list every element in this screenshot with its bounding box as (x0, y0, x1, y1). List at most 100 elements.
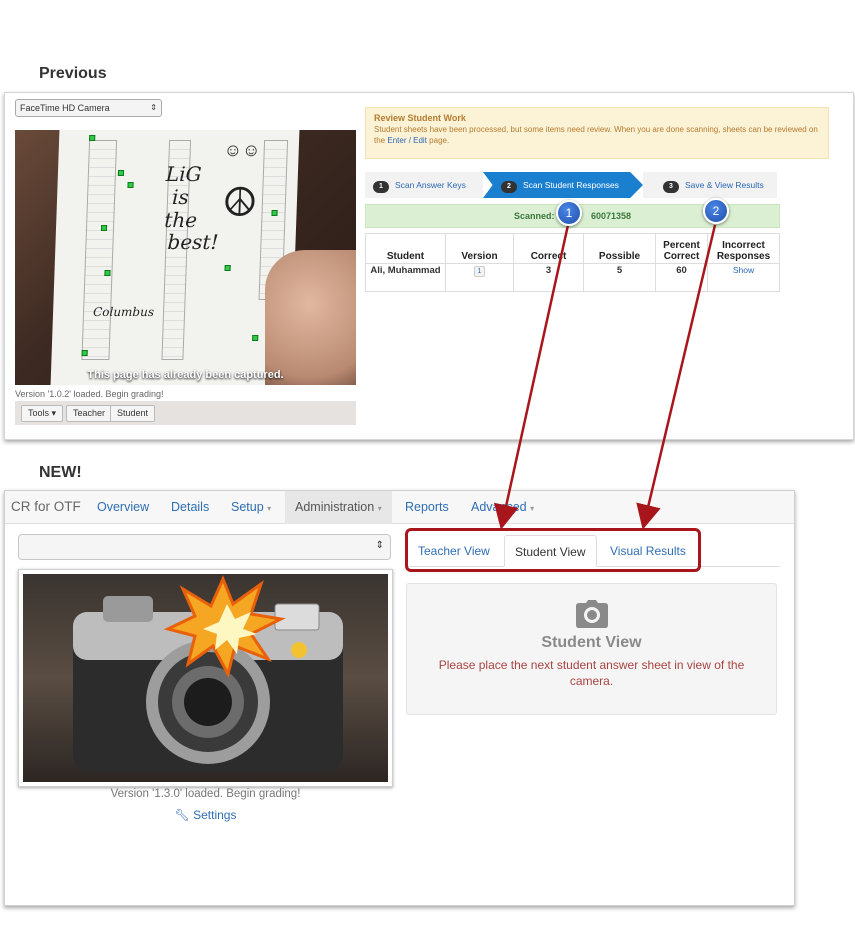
nav-administration[interactable]: Administration ▾ (285, 491, 392, 524)
peace-sign-icon: ☮ (221, 181, 259, 225)
marker-dot (117, 170, 125, 176)
bubble-column (81, 140, 118, 360)
step-scan-answer-keys[interactable]: 1 Scan Answer Keys (365, 172, 483, 198)
step-label: Save & View Results (685, 180, 764, 190)
cell-version: 1 (445, 263, 514, 292)
student-view-message: Please place the next student answer she… (438, 658, 745, 688)
marker-dot (104, 270, 111, 276)
previous-screenshot: FaceTime HD Camera ⇕ LiG is the best! Co… (4, 92, 854, 440)
nav-label: Advanced (471, 500, 527, 514)
nav-advanced[interactable]: Advanced ▾ (461, 491, 544, 524)
table-header: Version (445, 233, 514, 264)
cell-student: Ali, Muhammad (365, 263, 446, 292)
student-view-title: Student View (541, 634, 642, 651)
settings-label: Settings (193, 808, 237, 822)
camera-image (23, 574, 388, 782)
nav-setup[interactable]: Setup ▾ (221, 491, 281, 524)
prev-toolbar: Tools ▾ Teacher Student (15, 401, 356, 425)
marker-dot (271, 210, 278, 216)
handwriting-text: best! (167, 230, 219, 254)
table-header-row: Student Version Correct Possible Percent… (365, 233, 780, 264)
tools-button[interactable]: Tools ▾ (21, 405, 64, 422)
handwriting-signature: Columbus (92, 305, 155, 319)
callout-1: 1 (556, 200, 582, 226)
photo-caption: This page has already been captured. (87, 369, 284, 381)
camera-select-value: FaceTime HD Camera (20, 103, 110, 113)
step-scan-student-responses[interactable]: 2 Scan Student Responses (483, 172, 643, 198)
marker-dot (127, 182, 134, 188)
marker-dot (252, 335, 259, 341)
chevron-down-icon: ▾ (377, 504, 382, 513)
version-text: Version '1.3.0' loaded. Begin grading! (110, 788, 301, 800)
nav-label: Setup (231, 500, 264, 514)
camera-preview (18, 569, 393, 787)
handwriting-text: LiG (165, 162, 202, 186)
version-text: Version '1.0.2' loaded. Begin grading! (15, 389, 164, 399)
student-button[interactable]: Student (110, 405, 156, 422)
table-row: Ali, Muhammad 1 3 5 60 Show (365, 263, 780, 292)
camera-select[interactable]: ⇕ (18, 534, 391, 560)
table-header: Correct (513, 233, 584, 264)
review-text-end: page. (429, 136, 450, 145)
chevron-down-icon: ▾ (530, 504, 535, 513)
teacher-button[interactable]: Teacher (66, 405, 113, 422)
tab-visual-results[interactable]: Visual Results (600, 535, 696, 567)
cell-percent: 60 (655, 263, 708, 292)
table-header: Possible (583, 233, 656, 264)
cell-incorrect: Show (707, 263, 780, 292)
show-link[interactable]: Show (733, 265, 754, 275)
select-caret-icon: ⇕ (375, 540, 384, 551)
new-heading: NEW! (39, 464, 82, 481)
enter-edit-link[interactable]: Enter / Edit (387, 136, 427, 145)
table-header: Percent Correct (655, 233, 708, 264)
step-number: 1 (373, 181, 389, 193)
marker-dot (81, 350, 88, 356)
results-table: Student Version Correct Possible Percent… (365, 233, 780, 292)
student-view-panel: Student View Please place the next stude… (406, 583, 777, 715)
camera-select[interactable]: FaceTime HD Camera ⇕ (15, 99, 162, 117)
handwriting-text: the (163, 208, 198, 232)
chevron-down-icon: ▾ (51, 408, 57, 418)
cell-possible: 5 (583, 263, 656, 292)
nav-reports[interactable]: Reports (395, 491, 459, 524)
marker-dot (89, 135, 96, 141)
callout-2: 2 (703, 198, 729, 224)
handwriting-text: is (171, 185, 190, 209)
camera-icon (576, 600, 608, 628)
camera-preview: LiG is the best! Columbus ☮ ☺☺ This page… (15, 130, 356, 385)
settings-link[interactable]: 🔧︎ Settings (18, 808, 393, 822)
table-header: Student (365, 233, 446, 264)
answer-sheet: LiG is the best! Columbus ☮ ☺☺ (50, 130, 300, 385)
tab-student-view[interactable]: Student View (504, 535, 597, 567)
camera-emoji-icon (73, 575, 343, 772)
step-label: Scan Answer Keys (395, 180, 466, 190)
nav-details[interactable]: Details (161, 491, 219, 524)
view-tabs: Teacher View Student View Visual Results (406, 529, 780, 567)
nav-overview[interactable]: Overview (87, 491, 159, 524)
cell-correct: 3 (513, 263, 584, 292)
scanned-id: 60071358 (590, 211, 632, 221)
nav-label: Administration (295, 500, 375, 514)
brand[interactable]: CR for OTF (11, 499, 81, 514)
hand-image (265, 250, 356, 385)
step-number: 3 (663, 181, 679, 193)
review-alert: Review Student Work Student sheets have … (365, 107, 829, 159)
wizard-steps: 1 Scan Answer Keys 2 Scan Student Response… (365, 172, 777, 198)
step-label: Scan Student Responses (523, 180, 619, 190)
marker-dot (100, 225, 108, 231)
tab-teacher-view[interactable]: Teacher View (408, 535, 500, 567)
step-number: 2 (501, 181, 517, 193)
step-save-view-results[interactable]: 3 Save & View Results (643, 172, 777, 198)
navbar: CR for OTF Overview Details Setup ▾ Admi… (5, 491, 794, 524)
review-title: Review Student Work (374, 113, 466, 123)
table-header: Incorrect Responses (707, 233, 780, 264)
new-screenshot: CR for OTF Overview Details Setup ▾ Admi… (4, 490, 795, 906)
tools-label: Tools (28, 408, 50, 418)
smiley-icon: ☺☺ (223, 140, 261, 160)
version-badge[interactable]: 1 (473, 266, 486, 277)
marker-dot (224, 265, 231, 271)
wrench-icon: 🔧︎ (174, 808, 190, 822)
chevron-down-icon: ▾ (267, 504, 272, 513)
select-caret-icon: ⇕ (150, 103, 157, 112)
previous-heading: Previous (39, 65, 107, 82)
